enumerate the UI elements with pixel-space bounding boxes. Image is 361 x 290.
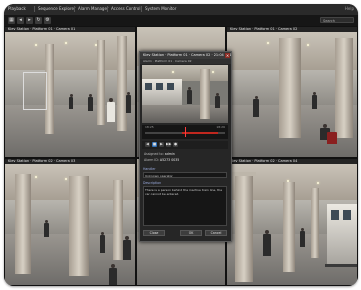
alarm-range-bar xyxy=(182,132,218,134)
dialog-subtitle: Alarm · Platform 01 · Camera 02 xyxy=(140,59,231,64)
handler-section-label: Handler xyxy=(143,167,156,171)
layout-grid-icon[interactable]: ▦ xyxy=(8,17,15,24)
menu-item-alarm-manager[interactable]: Alarm Manager xyxy=(78,5,109,13)
handler-field[interactable]: Unknown operator xyxy=(143,172,227,178)
fast-forward-icon[interactable]: ▶▶ xyxy=(166,142,171,147)
camera-tile-1[interactable]: Kiev Station · Platform 01 · Camera 01 xyxy=(4,26,136,158)
dialog-title: Kiev Station · Platform 01 · Camera 02 ·… xyxy=(140,52,231,59)
record-icon[interactable]: ● xyxy=(173,142,178,147)
menu-separator xyxy=(107,6,108,12)
rewind-icon[interactable]: ◀ xyxy=(145,142,150,147)
camera-tile-3[interactable]: Kiev Station · Platform 02 · Camera 03 xyxy=(4,158,136,286)
description-section-label: Description xyxy=(143,181,162,185)
alarm-video-preview[interactable] xyxy=(142,65,228,123)
forward-arrow-icon[interactable]: ▸ xyxy=(26,17,33,24)
camera-video-feed xyxy=(5,164,135,285)
alarm-id-row: Alarm ID: A5273 0035 xyxy=(144,158,180,162)
alarm-dialog: Kiev Station · Platform 01 · Camera 02 ·… xyxy=(139,51,232,242)
field-value: admin xyxy=(164,152,175,156)
playback-controls: ◀ ■ ▶ ▶▶ ● xyxy=(142,141,228,149)
playhead-marker[interactable] xyxy=(185,127,186,137)
refresh-icon[interactable]: ↻ xyxy=(35,17,42,24)
camera-video-feed xyxy=(227,32,357,157)
menu-item-system-monitor[interactable]: System Monitor xyxy=(145,5,176,13)
timeline-end-label: 18:26 xyxy=(216,125,225,129)
field-label: Alarm ID xyxy=(144,158,158,162)
camera-video-feed xyxy=(227,164,357,285)
stop-icon[interactable]: ■ xyxy=(152,142,157,147)
menu-item-sequence-explorer[interactable]: Sequence Explorer xyxy=(38,5,76,13)
menu-item-access-control[interactable]: Access Control xyxy=(111,5,140,13)
application-window: Playback Sequence Explorer Alarm Manager… xyxy=(4,4,358,286)
menu-item-playback[interactable]: Playback xyxy=(8,5,26,13)
search-input[interactable]: Search xyxy=(320,17,354,23)
camera-video-feed xyxy=(5,32,135,157)
field-label: Assigned to xyxy=(144,152,163,156)
timeline-start-label: 18:25 xyxy=(145,125,154,129)
menu-separator xyxy=(141,6,142,12)
timeline[interactable]: 18:25 18:26 xyxy=(142,125,228,139)
close-button[interactable]: Close xyxy=(143,230,165,236)
cancel-button[interactable]: Cancel xyxy=(205,230,227,236)
camera-tile-2[interactable]: Kiev Station · Platform 01 · Camera 02 xyxy=(226,26,358,158)
description-textarea[interactable]: There is a person behind the inactive tr… xyxy=(143,186,227,226)
menu-separator xyxy=(74,6,75,12)
play-icon[interactable]: ▶ xyxy=(159,142,164,147)
menu-separator xyxy=(34,6,35,12)
field-value: A5273 0035 xyxy=(159,158,180,162)
close-icon[interactable]: × xyxy=(225,53,230,58)
settings-gear-icon[interactable]: ⚙ xyxy=(44,17,51,24)
ok-button[interactable]: OK xyxy=(180,230,202,236)
assigned-to-row: Assigned to: admin xyxy=(144,152,175,156)
camera-tile-4[interactable]: Kiev Station · Platform 02 · Camera 04 xyxy=(226,158,358,286)
back-arrow-icon[interactable]: ◂ xyxy=(17,17,24,24)
help-menu[interactable]: Help xyxy=(345,5,354,13)
